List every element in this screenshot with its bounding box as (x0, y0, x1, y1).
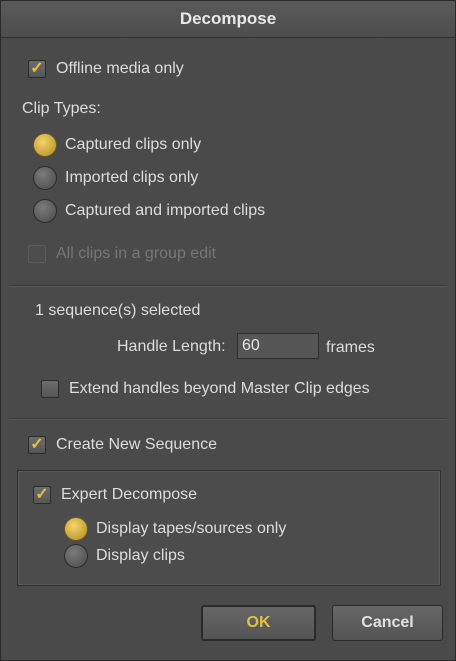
all-clips-group-edit-checkbox[interactable]: All clips in a group edit (28, 245, 216, 263)
checkbox-empty-icon (28, 245, 46, 263)
radio-captured-and-imported-clips[interactable]: Captured and imported clips (33, 199, 265, 223)
radio-selected-icon (64, 517, 88, 541)
radio-label: Captured and imported clips (65, 202, 266, 219)
clip-types-heading: Clip Types: (22, 100, 101, 118)
radio-label: Display tapes/sources only (96, 520, 287, 537)
sequence-status-text: 1 sequence(s) selected (35, 302, 201, 319)
all-clips-group-edit-label: All clips in a group edit (56, 245, 217, 262)
radio-unselected-icon (33, 199, 57, 223)
cancel-button[interactable]: Cancel (332, 605, 443, 641)
frames-text: frames (326, 339, 375, 356)
create-new-sequence-checkbox[interactable]: ✓ Create New Sequence (28, 436, 217, 454)
radio-label: Display clips (96, 547, 185, 564)
extend-handles-checkbox[interactable]: Extend handles beyond Master Clip edges (41, 380, 370, 398)
checkbox-checkmark-icon: ✓ (28, 436, 46, 454)
extend-handles-label: Extend handles beyond Master Clip edges (69, 380, 370, 397)
divider (9, 285, 447, 287)
checkbox-empty-icon (41, 380, 59, 398)
divider (9, 418, 447, 420)
radio-label: Captured clips only (65, 136, 202, 153)
radio-selected-icon (33, 133, 57, 157)
handle-length-input[interactable]: 60 (237, 333, 319, 359)
expert-decompose-label: Expert Decompose (61, 486, 198, 503)
handle-length-text: Handle Length: (117, 338, 226, 355)
handle-length-label: Handle Length: (117, 338, 226, 356)
dialog-title: Decompose (1, 1, 455, 38)
radio-display-tapes-sources-only[interactable]: Display tapes/sources only (64, 517, 286, 541)
decompose-dialog: Decompose ✓ Offline media only Clip Type… (0, 0, 456, 661)
frames-unit-label: frames (326, 339, 375, 357)
offline-media-only-checkbox[interactable]: ✓ Offline media only (28, 60, 184, 78)
offline-media-only-label: Offline media only (56, 60, 184, 77)
radio-unselected-icon (64, 544, 88, 568)
sequence-status: 1 sequence(s) selected (35, 302, 200, 320)
create-new-sequence-label: Create New Sequence (56, 436, 217, 453)
radio-unselected-icon (33, 166, 57, 190)
checkbox-checkmark-icon: ✓ (28, 60, 46, 78)
expert-decompose-checkbox[interactable]: ✓ Expert Decompose (33, 486, 197, 504)
radio-imported-clips-only[interactable]: Imported clips only (33, 166, 198, 190)
ok-button[interactable]: OK (201, 605, 316, 641)
radio-captured-clips-only[interactable]: Captured clips only (33, 133, 201, 157)
radio-label: Imported clips only (65, 169, 199, 186)
clip-types-heading-label: Clip Types: (22, 100, 101, 117)
radio-display-clips[interactable]: Display clips (64, 544, 185, 568)
checkbox-checkmark-icon: ✓ (33, 486, 51, 504)
